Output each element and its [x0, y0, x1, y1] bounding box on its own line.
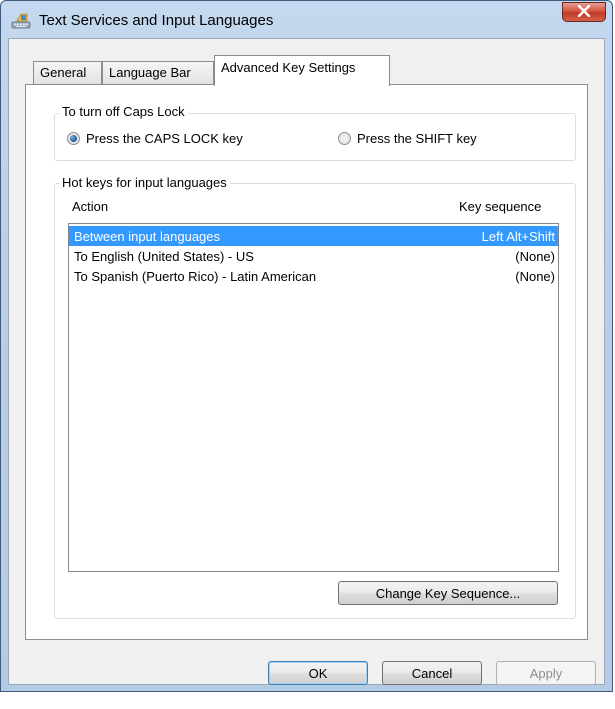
tab-language-bar-label: Language Bar — [109, 65, 191, 80]
list-item-action: To English (United States) - US — [74, 248, 254, 264]
list-item-sequence: Left Alt+Shift — [481, 228, 555, 244]
radio-caps-lock-label: Press the CAPS LOCK key — [86, 131, 243, 146]
window-title: Text Services and Input Languages — [39, 12, 274, 29]
radio-caps-lock-indicator[interactable] — [67, 132, 80, 145]
tab-general-label: General — [40, 65, 87, 80]
tab-general[interactable]: General — [33, 61, 102, 84]
list-item[interactable]: To English (United States) - US (None) — [69, 246, 558, 266]
hotkeys-group-label: Hot keys for input languages — [59, 175, 230, 190]
list-item-sequence: (None) — [515, 268, 555, 284]
tab-advanced-key-settings[interactable]: Advanced Key Settings — [214, 55, 390, 86]
tab-language-bar[interactable]: Language Bar — [102, 61, 214, 84]
column-header-action: Action — [72, 199, 109, 214]
ok-button[interactable]: OK — [268, 661, 368, 685]
hotkeys-list[interactable]: Between input languages Left Alt+Shift T… — [68, 223, 559, 572]
keyboard-icon — [11, 12, 31, 30]
caps-lock-group-label: To turn off Caps Lock — [59, 104, 188, 119]
column-header-key-sequence: Key sequence — [459, 199, 542, 214]
close-button[interactable] — [562, 2, 606, 22]
cancel-button[interactable]: Cancel — [382, 661, 482, 685]
list-item[interactable]: Between input languages Left Alt+Shift — [69, 226, 558, 246]
change-key-sequence-button[interactable]: Change Key Sequence... — [338, 581, 558, 605]
apply-button[interactable]: Apply — [496, 661, 596, 685]
list-item-action: To Spanish (Puerto Rico) - Latin America… — [74, 268, 317, 284]
radio-shift-label: Press the SHIFT key — [357, 131, 477, 146]
radio-caps-lock[interactable]: Press the CAPS LOCK key — [67, 131, 243, 146]
list-item[interactable]: To Spanish (Puerto Rico) - Latin America… — [69, 266, 558, 286]
radio-shift[interactable]: Press the SHIFT key — [338, 131, 477, 146]
title-bar[interactable]: Text Services and Input Languages — [1, 1, 612, 39]
list-item-action: Between input languages — [74, 228, 221, 244]
close-icon — [577, 4, 591, 20]
tab-advanced-key-settings-label: Advanced Key Settings — [221, 60, 356, 75]
radio-shift-indicator[interactable] — [338, 132, 351, 145]
list-item-sequence: (None) — [515, 248, 555, 264]
